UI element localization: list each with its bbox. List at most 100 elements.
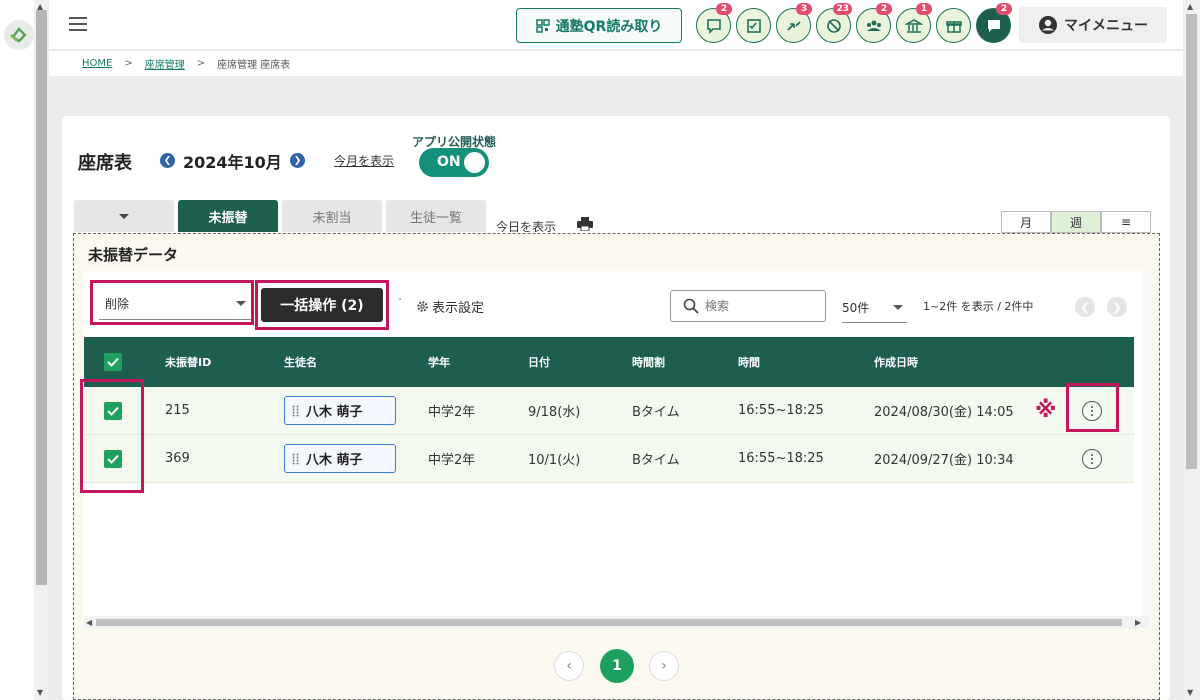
student-chip[interactable]: 八木 萌子 (284, 396, 396, 425)
column-header[interactable]: 生徒名 (284, 337, 317, 387)
scroll-down-icon[interactable]: ▼ (1187, 688, 1193, 697)
breadcrumb-separator: > (196, 58, 206, 69)
row-checkbox[interactable] (104, 449, 122, 468)
caret-down-icon (119, 213, 129, 219)
header-school-button[interactable]: 1 (896, 3, 932, 43)
header-message-button[interactable]: 2 (976, 3, 1012, 43)
header-gift-button[interactable] (936, 8, 971, 43)
modal-title: 未振替データ (88, 246, 179, 264)
created-at: 2024/09/27(金) 10:34 (874, 453, 1014, 468)
table-vertical-scrollbar[interactable] (1143, 271, 1149, 629)
tab-dropdown[interactable] (74, 200, 174, 232)
modal-content: 削除 一括操作 (2) · 表示設定 50件 1~2件 を表示 / 2件中 ❮ … (80, 271, 1149, 629)
chevron-left-icon: ❮ (1080, 300, 1090, 314)
prev-page-arrow[interactable]: ❮ (1075, 297, 1095, 317)
chevron-right-icon: ❯ (1112, 300, 1122, 314)
tab-unallocated[interactable]: 未割当 (282, 200, 382, 232)
view-week-button[interactable]: 週 (1051, 211, 1101, 233)
breadcrumb-separator: > (124, 58, 133, 69)
header-chat-button[interactable]: 2 (696, 3, 732, 43)
toggle-label: ON (437, 154, 461, 170)
pager-page-1[interactable]: 1 (600, 649, 634, 683)
checkmark-icon (107, 406, 119, 416)
scroll-right-icon[interactable]: ▶ (1135, 618, 1141, 627)
next-month-button[interactable]: ❯ (290, 153, 305, 168)
app-logo-icon[interactable] (4, 20, 34, 50)
my-menu-label: マイメニュー (1064, 18, 1148, 34)
column-header[interactable]: 学年 (428, 337, 450, 387)
per-page-select[interactable]: 50件 (842, 299, 907, 323)
header-absence-button[interactable]: 23 (816, 3, 852, 43)
column-header[interactable]: 時間 (738, 337, 760, 387)
gear-icon (417, 301, 428, 312)
select-all-checkbox[interactable] (104, 353, 122, 371)
page-scrollbar[interactable]: ▲ ▼ (1183, 0, 1200, 700)
scroll-up-icon[interactable]: ▲ (1187, 2, 1193, 11)
table-horizontal-scrollbar[interactable]: ◀ ▶ (84, 616, 1149, 629)
transfer-id: 215 (165, 403, 190, 418)
scrollbar-thumb[interactable] (1186, 14, 1197, 469)
breadcrumb-current: 座席管理 座席表 (217, 60, 291, 71)
next-page-arrow[interactable]: ❯ (1107, 297, 1127, 317)
breadcrumb-seat-management-link[interactable]: 座席管理 (145, 56, 185, 71)
header-transfer-button[interactable]: 3 (776, 3, 812, 43)
my-menu-button[interactable]: マイメニュー (1019, 7, 1167, 43)
bulk-action-value: 削除 (105, 297, 130, 311)
column-header[interactable]: 時間割 (632, 337, 665, 387)
qr-scan-button[interactable]: 通塾QR読み取り (516, 8, 682, 43)
column-header[interactable]: 未振替ID (165, 337, 211, 387)
show-this-month-link[interactable]: 今月を表示 (334, 152, 394, 169)
absence-badge: 23 (833, 3, 852, 15)
grade: 中学2年 (428, 405, 476, 420)
scroll-left-icon[interactable]: ◀ (86, 618, 92, 627)
pager-prev-button[interactable]: ‹ (554, 651, 584, 681)
transfer-badge: 3 (796, 3, 812, 15)
qr-scan-label: 通塾QR読み取り (555, 18, 663, 35)
column-header[interactable]: 作成日時 (874, 337, 918, 387)
pager-next-button[interactable]: › (649, 651, 679, 681)
scrollbar-thumb[interactable] (96, 619, 1122, 626)
search-icon (683, 298, 699, 314)
tab-unassigned-transfer[interactable]: 未振替 (178, 200, 278, 232)
transfer-icon (786, 20, 801, 31)
row-checkbox[interactable] (104, 401, 122, 420)
checkmark-icon (107, 357, 119, 367)
app-public-toggle[interactable]: ON (419, 148, 489, 177)
scrollbar-thumb[interactable] (36, 10, 47, 585)
display-settings-button[interactable]: 表示設定 (416, 297, 484, 316)
prev-month-button[interactable]: ❮ (160, 153, 175, 168)
left-scrollbar[interactable]: ▲ ▼ (34, 0, 49, 700)
checklist-icon (746, 18, 761, 33)
tab-student-list[interactable]: 生徒一覧 (386, 200, 486, 232)
view-list-button[interactable]: ≡ (1101, 211, 1151, 233)
period: Bタイム (632, 405, 680, 420)
view-month-button[interactable]: 月 (1001, 211, 1051, 233)
scroll-down-icon[interactable]: ▼ (37, 688, 43, 697)
row-menu-icon[interactable] (1082, 400, 1102, 421)
breadcrumb-home-link[interactable]: HOME (82, 58, 112, 69)
per-page-value: 50件 (842, 301, 870, 315)
header-checklist-button[interactable] (736, 8, 771, 43)
display-settings-label: 表示設定 (432, 301, 485, 316)
school-badge: 1 (916, 3, 932, 15)
school-icon (904, 18, 923, 33)
hamburger-menu-icon[interactable] (69, 17, 87, 31)
created-at: 2024/08/30(金) 14:05 (874, 405, 1014, 420)
table-row[interactable]: 215 八木 萌子 中学2年 9/18(水) Bタイム 16:55~18:25 … (84, 387, 1134, 435)
bulk-action-select[interactable]: 削除 (99, 289, 252, 320)
student-chip[interactable]: 八木 萌子 (284, 444, 396, 473)
header-group-button[interactable]: 2 (856, 3, 892, 43)
message-badge: 2 (996, 3, 1012, 15)
row-menu-icon[interactable] (1082, 448, 1102, 469)
bulk-operation-button[interactable]: 一括操作 (2) (261, 288, 383, 322)
search-box[interactable] (670, 290, 826, 322)
time: 16:55~18:25 (738, 451, 824, 466)
account-icon (1039, 16, 1057, 34)
student-name: 八木 萌子 (306, 405, 363, 420)
column-header[interactable]: 日付 (528, 337, 550, 387)
record-range-label: 1~2件 を表示 / 2件中 (923, 300, 1034, 313)
chevron-right-icon: › (661, 658, 667, 674)
table-row[interactable]: 369 八木 萌子 中学2年 10/1(火) Bタイム 16:55~18:25 … (84, 435, 1134, 483)
drag-handle-icon (292, 405, 299, 416)
search-input[interactable] (705, 299, 815, 313)
